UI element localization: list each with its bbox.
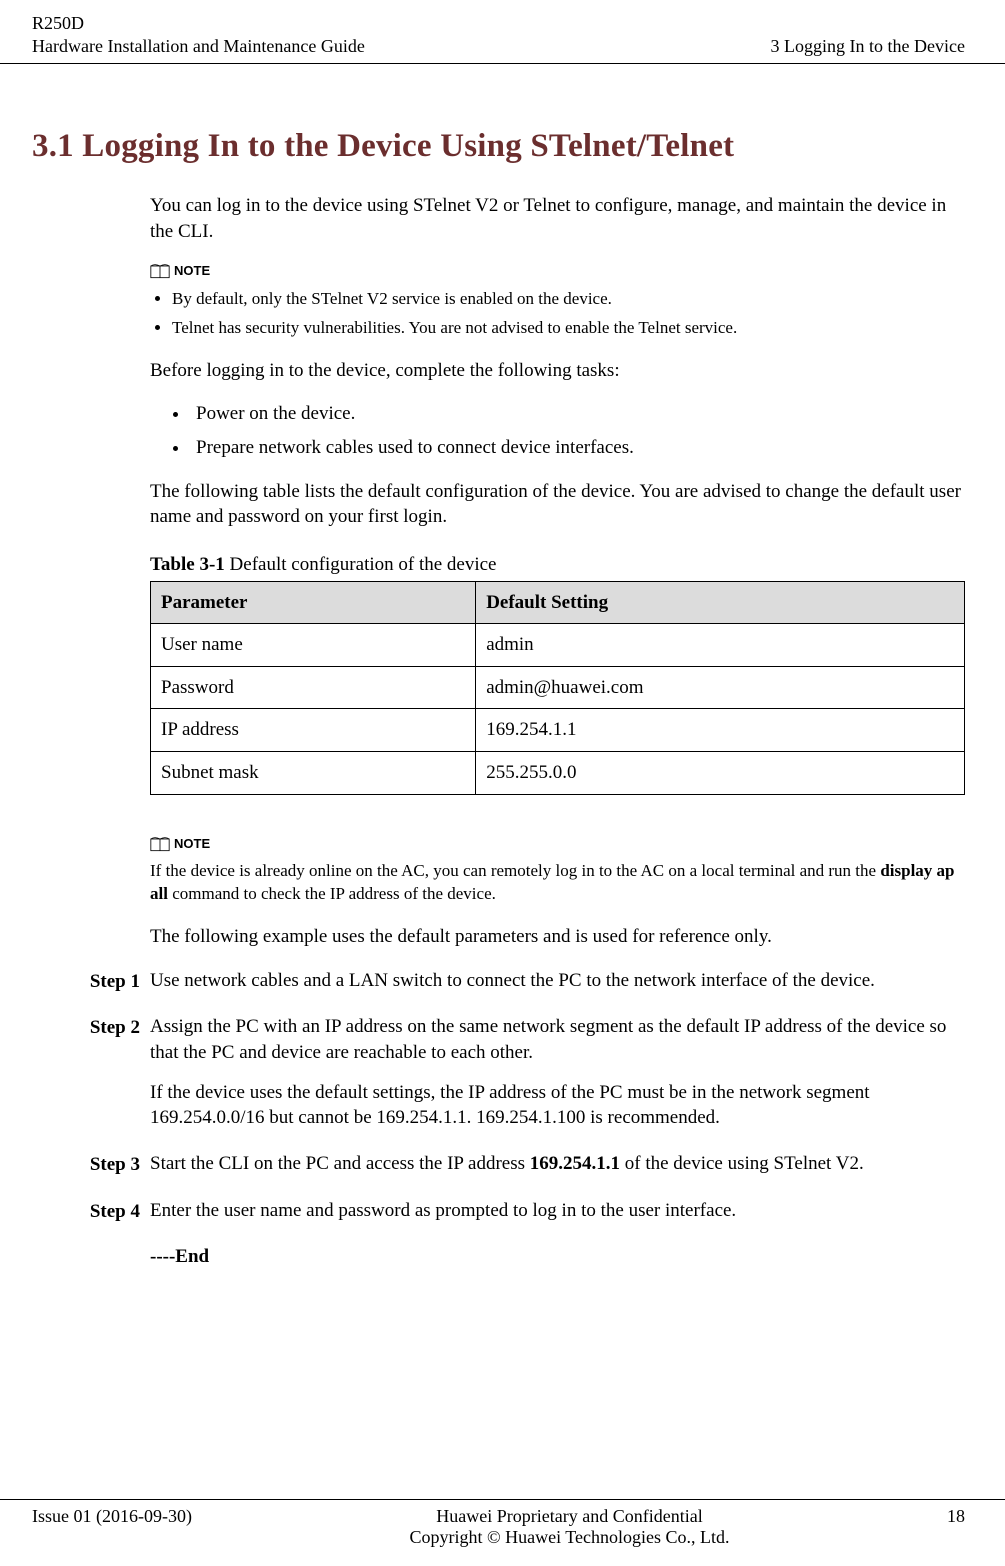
cell-value: 169.254.1.1: [476, 709, 965, 752]
pre-tasks-list: Power on the device. Prepare network cab…: [150, 401, 965, 460]
cell-value: 255.255.0.0: [476, 752, 965, 795]
cell-value: admin: [476, 624, 965, 667]
step-body: Enter the user name and password as prom…: [150, 1198, 965, 1225]
step3-ip: 169.254.1.1: [530, 1153, 620, 1174]
col-header-parameter: Parameter: [151, 581, 476, 624]
note-block-1: NOTE By default, only the STelnet V2 ser…: [150, 262, 965, 339]
chapter-title: 3 Logging In to the Device: [771, 35, 965, 58]
steps-list: Step 1 Use network cables and a LAN swit…: [150, 968, 965, 1270]
device-model: R250D: [32, 12, 365, 35]
cell-param: Subnet mask: [151, 752, 476, 795]
intro-paragraph: You can log in to the device using STeln…: [150, 193, 965, 244]
table-row: Subnet mask 255.255.0.0: [151, 752, 965, 795]
step-body: Start the CLI on the PC and access the I…: [150, 1151, 965, 1178]
step-4: Step 4 Enter the user name and password …: [150, 1198, 965, 1225]
config-table: Parameter Default Setting User name admi…: [150, 581, 965, 795]
header-left: R250D Hardware Installation and Maintena…: [32, 12, 365, 57]
header-right: 3 Logging In to the Device: [771, 35, 965, 58]
step-3: Step 3 Start the CLI on the PC and acces…: [150, 1151, 965, 1178]
table-caption-text: Default configuration of the device: [225, 554, 497, 575]
table-row: Password admin@huawei.com: [151, 666, 965, 709]
end-marker: ----End: [150, 1244, 965, 1270]
step-label: Step 2: [22, 1014, 140, 1131]
book-icon: [150, 263, 170, 279]
content-area: You can log in to the device using STeln…: [150, 193, 965, 1270]
step3-pre: Start the CLI on the PC and access the I…: [150, 1153, 530, 1174]
note1-list: By default, only the STelnet V2 service …: [150, 288, 965, 340]
book-icon: [150, 836, 170, 852]
footer-proprietary: Huawei Proprietary and Confidential: [192, 1506, 947, 1527]
pre-tasks-intro: Before logging in to the device, complet…: [150, 358, 965, 384]
step1-para1: Use network cables and a LAN switch to c…: [150, 968, 965, 994]
cell-value: admin@huawei.com: [476, 666, 965, 709]
table-row: User name admin: [151, 624, 965, 667]
step4-para1: Enter the user name and password as prom…: [150, 1198, 965, 1224]
table-caption-label: Table 3-1: [150, 554, 225, 575]
step-label: Step 1: [22, 968, 140, 995]
step-label: Step 4: [22, 1198, 140, 1225]
page-header: R250D Hardware Installation and Maintena…: [0, 0, 1005, 64]
note2-text: If the device is already online on the A…: [150, 860, 965, 906]
table-row: IP address 169.254.1.1: [151, 709, 965, 752]
pre-task-0: Power on the device.: [190, 401, 965, 427]
footer-copyright: Copyright © Huawei Technologies Co., Ltd…: [192, 1527, 947, 1548]
note-label: NOTE: [174, 835, 210, 853]
cell-param: IP address: [151, 709, 476, 752]
note-block-2: NOTE If the device is already online on …: [150, 835, 965, 906]
page-footer: Issue 01 (2016-09-30) Huawei Proprietary…: [0, 1499, 1005, 1548]
cell-param: Password: [151, 666, 476, 709]
pre-task-1: Prepare network cables used to connect d…: [190, 435, 965, 461]
note-label: NOTE: [174, 262, 210, 280]
step-2: Step 2 Assign the PC with an IP address …: [150, 1014, 965, 1131]
example-intro: The following example uses the default p…: [150, 924, 965, 950]
table-header-row: Parameter Default Setting: [151, 581, 965, 624]
step-1: Step 1 Use network cables and a LAN swit…: [150, 968, 965, 995]
cell-param: User name: [151, 624, 476, 667]
step-body: Use network cables and a LAN switch to c…: [150, 968, 965, 995]
note2-pre: If the device is already online on the A…: [150, 861, 880, 880]
col-header-default: Default Setting: [476, 581, 965, 624]
section-title: 3.1 Logging In to the Device Using STeln…: [32, 128, 975, 165]
note1-item-0: By default, only the STelnet V2 service …: [172, 288, 965, 311]
table-intro: The following table lists the default co…: [150, 479, 965, 530]
step-label: Step 3: [22, 1151, 140, 1178]
footer-page-number: 18: [947, 1506, 965, 1527]
table-caption: Table 3-1 Default configuration of the d…: [150, 552, 965, 578]
step-body: Assign the PC with an IP address on the …: [150, 1014, 965, 1131]
note-header: NOTE: [150, 835, 965, 853]
step3-post: of the device using STelnet V2.: [620, 1153, 864, 1174]
guide-title: Hardware Installation and Maintenance Gu…: [32, 35, 365, 58]
footer-center: Huawei Proprietary and Confidential Copy…: [192, 1506, 947, 1548]
note2-post: command to check the IP address of the d…: [168, 884, 496, 903]
step2-para1: Assign the PC with an IP address on the …: [150, 1014, 965, 1065]
note1-item-1: Telnet has security vulnerabilities. You…: [172, 317, 965, 340]
step2-para2: If the device uses the default settings,…: [150, 1080, 965, 1131]
note-header: NOTE: [150, 262, 965, 280]
footer-issue: Issue 01 (2016-09-30): [32, 1506, 192, 1527]
